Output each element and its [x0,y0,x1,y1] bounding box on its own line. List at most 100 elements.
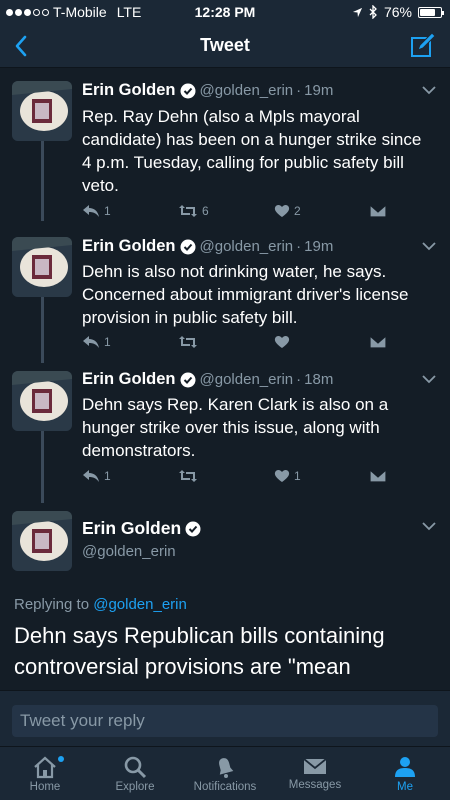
battery-icon [418,6,444,18]
retweet-icon [179,205,197,217]
tweet-text: Dehn says Rep. Karen Clark is also on a … [82,395,389,460]
tweet-time: 18m [304,371,334,388]
tab-label: Me [397,781,413,793]
replying-to: Replying to @golden_erin [14,596,187,613]
retweet-button[interactable] [178,469,274,483]
avatar[interactable] [12,371,72,431]
direct-message-button[interactable] [370,205,450,217]
home-icon [34,756,56,779]
tab-label: Explore [115,781,155,793]
tweet-item[interactable]: Erin Golden @golden_erin · 18m Dehn says… [0,359,450,499]
like-button[interactable] [274,335,370,349]
tweet-header: Erin Golden @golden_erin · 19m [82,237,420,256]
like-count: 2 [294,204,301,218]
focused-tweet: Erin Golden @golden_erin Replying to @go… [0,503,450,690]
heart-icon [274,336,290,348]
location-arrow-icon [352,7,363,17]
author-block[interactable]: Erin Golden @golden_erin [82,518,205,560]
tab-me[interactable]: Me [360,747,450,800]
reply-bar: Tweet your reply [0,690,450,746]
conversation-thread: Erin Golden @golden_erin · 19m Rep. Ray … [0,69,450,690]
chevron-down-icon[interactable] [422,85,436,95]
author-name[interactable]: Erin Golden [82,81,176,100]
tab-label: Notifications [193,781,257,793]
reply-button[interactable]: 1 [82,469,178,483]
tweet-actions: 1 1 [82,469,450,483]
tweet-text: Rep. Ray Dehn (also a Mpls mayoral candi… [82,107,422,195]
author-handle[interactable]: @golden_erin [82,543,205,560]
envelope-icon [370,336,386,348]
tweet-header: Erin Golden @golden_erin · 18m [82,370,420,389]
status-bar: T-Mobile LTE 12:28 PM 76% [0,0,450,24]
battery-percent: 76% [383,4,412,20]
compose-tweet-icon[interactable] [410,32,436,58]
tweet-actions: 1 6 2 [82,204,450,218]
verified-badge-icon [185,521,201,536]
reply-button[interactable]: 1 [82,335,178,349]
tweet-item[interactable]: Erin Golden @golden_erin · 19m Dehn is a… [0,227,450,357]
heart-icon [274,205,290,217]
like-button[interactable]: 1 [274,469,370,483]
direct-message-button[interactable] [370,336,450,348]
envelope-icon [370,205,386,217]
tweet-header: Erin Golden @golden_erin · 19m [82,81,420,100]
new-tweets-indicator [58,756,64,762]
retweet-button[interactable] [178,335,274,349]
reply-count: 1 [104,469,111,483]
author-handle[interactable]: @golden_erin [200,371,294,388]
avatar[interactable] [12,81,72,141]
reply-count: 1 [104,335,111,349]
envelope-icon [303,758,327,774]
bell-icon [219,758,234,778]
author-name[interactable]: Erin Golden [82,518,181,539]
like-button[interactable]: 2 [274,204,370,218]
tab-label: Home [29,781,61,793]
tab-label: Messages [288,779,342,791]
direct-message-button[interactable] [370,470,450,482]
tweet-time: 19m [304,82,334,99]
reply-input[interactable]: Tweet your reply [12,705,438,737]
verified-badge-icon [180,83,196,98]
person-icon [395,757,415,777]
reply-icon [83,470,99,482]
tab-bar: Home Explore Notifications Messages Me [0,746,450,800]
tab-notifications[interactable]: Notifications [180,747,270,800]
retweet-button[interactable]: 6 [178,204,274,218]
avatar[interactable] [12,237,72,297]
tweet-text: Dehn is also not drinking water, he says… [82,262,409,327]
author-handle[interactable]: @golden_erin [200,238,294,255]
author-handle[interactable]: @golden_erin [200,82,294,99]
verified-badge-icon [180,372,196,387]
reply-icon [83,205,99,217]
tweet-actions: 1 [82,335,450,349]
chevron-down-icon[interactable] [422,521,436,531]
replying-prefix: Replying to [14,596,90,613]
reply-button[interactable]: 1 [82,204,178,218]
tab-explore[interactable]: Explore [90,747,180,800]
like-count: 1 [294,469,301,483]
tab-home[interactable]: Home [0,747,90,800]
replying-to-link[interactable]: @golden_erin [93,596,187,613]
avatar[interactable] [12,511,72,571]
retweet-count: 6 [202,204,209,218]
separator: · [296,238,302,255]
chevron-down-icon[interactable] [422,374,436,384]
tab-messages[interactable]: Messages [270,747,360,800]
author-name[interactable]: Erin Golden [82,237,176,256]
separator: · [296,371,302,388]
verified-badge-icon [180,239,196,254]
search-icon [124,756,147,779]
envelope-icon [370,470,386,482]
nav-bar: Tweet [0,24,450,68]
author-name[interactable]: Erin Golden [82,370,176,389]
chevron-down-icon[interactable] [422,241,436,251]
reply-count: 1 [104,204,111,218]
status-right: 76% [352,4,444,20]
reply-icon [83,336,99,348]
page-title: Tweet [200,35,250,55]
retweet-icon [179,336,197,348]
heart-icon [274,470,290,482]
tweet-text: Dehn says Republican bills containing co… [14,623,385,679]
tweet-item[interactable]: Erin Golden @golden_erin · 19m Rep. Ray … [0,69,450,219]
bluetooth-icon [369,5,377,19]
